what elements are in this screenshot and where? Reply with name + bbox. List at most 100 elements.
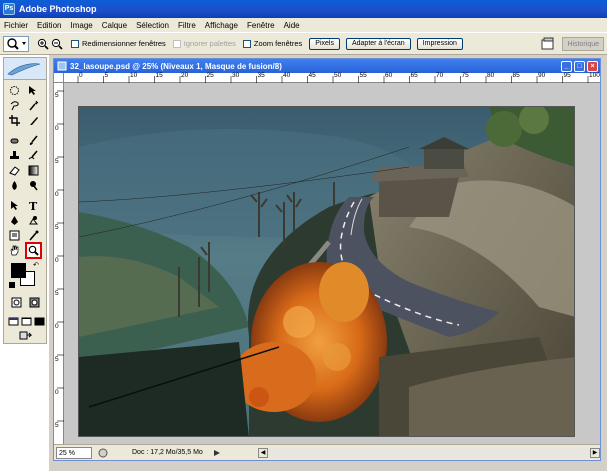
maximize-button[interactable]: □ (574, 60, 585, 72)
scroll-left-button[interactable]: ◀ (258, 447, 268, 458)
horizontal-ruler: 0 5 10 15 20 25 30 35 40 45 50 55 60 65 70 75 80 85 90 95 10… (64, 72, 600, 83)
document-canvas[interactable] (64, 83, 600, 444)
zoom-in-icon[interactable] (37, 38, 49, 50)
document-titlebar[interactable]: 32_lasoupe.psd @ 25% (Niveaux 1, Masque … (54, 59, 600, 73)
zoom-tool-icon[interactable] (25, 242, 42, 259)
palette-well-icon[interactable] (541, 37, 555, 51)
shape-tool-icon[interactable] (26, 214, 40, 227)
ruler-label: 5 (104, 72, 109, 79)
eyedropper-tool-icon[interactable] (26, 229, 40, 242)
screen-mode-full-icon[interactable] (32, 315, 46, 328)
minimize-button[interactable]: _ (561, 60, 572, 72)
jump-to-imageready-icon[interactable] (18, 329, 32, 342)
checkbox-redimensionner-fenetres[interactable]: Redimensionner fenêtres (71, 39, 166, 48)
history-brush-tool-icon[interactable] (26, 149, 40, 162)
print-size-button[interactable]: Impression (416, 37, 463, 50)
quick-mask-mode-icon[interactable] (27, 296, 41, 309)
ruler-label: 40 (283, 72, 291, 79)
screen-mode-standard-icon[interactable] (6, 315, 20, 328)
default-colors-icon[interactable] (9, 282, 15, 288)
checkbox-box[interactable] (71, 39, 79, 48)
menu-fenetre[interactable]: Fenêtre (247, 21, 275, 30)
healing-brush-tool-icon[interactable] (7, 134, 21, 147)
svg-text:T: T (29, 200, 38, 211)
horizontal-scrollbar[interactable]: ◀ ▶ (258, 447, 600, 458)
marquee-tool-icon[interactable] (7, 84, 21, 97)
ruler-label: 30 (232, 72, 240, 79)
tool-preset-picker[interactable] (3, 35, 29, 52)
toolbox-header (4, 58, 46, 80)
ruler-label: 35 (257, 72, 265, 79)
type-tool-icon[interactable]: T (26, 199, 40, 212)
menu-affichage[interactable]: Affichage (205, 21, 238, 30)
status-info-icon[interactable] (98, 448, 108, 458)
standard-mode-icon[interactable] (9, 296, 23, 309)
clone-stamp-tool-icon[interactable] (7, 149, 21, 162)
checkbox-box[interactable] (242, 39, 251, 48)
ruler-label: 25 (206, 72, 214, 79)
brush-tool-icon[interactable] (26, 134, 40, 147)
app-title: Adobe Photoshop (19, 4, 97, 14)
ruler-label: 5 (55, 92, 59, 99)
ruler-origin[interactable] (54, 73, 64, 83)
menu-bar: Fichier Edition Image Calque Sélection F… (0, 18, 607, 33)
ruler-label: 70 (436, 72, 444, 79)
menu-image[interactable]: Image (70, 21, 92, 30)
zoom-out-icon[interactable] (51, 38, 63, 50)
photoshop-logo-icon: Ps (3, 3, 15, 15)
ruler-label: 90 (538, 72, 546, 79)
fit-screen-button[interactable]: Adapter à l'écran (345, 37, 411, 50)
document-size-info[interactable]: Doc : 17,2 Mo/35,5 Mo (132, 449, 203, 456)
photo-image[interactable] (78, 106, 575, 437)
ruler-label: 0 (55, 125, 59, 132)
feather-logo-icon (7, 63, 41, 76)
lasso-tool-icon[interactable] (7, 99, 21, 112)
ruler-label: 0 (55, 389, 59, 396)
zoom-tool-preset-icon (7, 37, 26, 50)
foreground-color-swatch[interactable] (11, 263, 26, 278)
menu-calque[interactable]: Calque (102, 21, 127, 30)
ruler-label: 80 (487, 72, 495, 79)
pen-tool-icon[interactable] (7, 214, 21, 227)
slice-tool-icon[interactable] (26, 114, 40, 127)
notes-tool-icon[interactable] (7, 229, 21, 242)
menu-filtre[interactable]: Filtre (178, 21, 196, 30)
checkbox-box (172, 39, 181, 48)
scroll-right-button[interactable]: ▶ (590, 447, 600, 458)
menu-aide[interactable]: Aide (284, 21, 300, 30)
status-menu-arrow-icon[interactable] (213, 449, 221, 457)
menu-edition[interactable]: Edition (37, 21, 61, 30)
ruler-label: 5 (55, 158, 59, 165)
swap-colors-icon[interactable]: ↶ (33, 261, 39, 269)
screen-mode-full-menu-icon[interactable] (19, 315, 33, 328)
path-selection-tool-icon[interactable] (7, 199, 21, 212)
vertical-ruler: 5 0 5 0 5 0 5 0 5 0 5 (54, 83, 64, 444)
checkbox-ignorer-palettes: Ignorer palettes (172, 39, 236, 48)
eraser-tool-icon[interactable] (7, 164, 21, 177)
gradient-tool-icon[interactable] (26, 164, 40, 177)
ruler-label: 0 (79, 72, 83, 79)
hand-tool-icon[interactable] (7, 244, 21, 257)
crop-tool-icon[interactable] (7, 114, 21, 127)
history-palette-tab[interactable]: Historique (562, 37, 604, 51)
dodge-tool-icon[interactable] (26, 179, 40, 192)
ruler-label: 85 (512, 72, 520, 79)
ruler-label: 65 (410, 72, 418, 79)
move-tool-icon[interactable] (26, 84, 40, 97)
menu-selection[interactable]: Sélection (136, 21, 169, 30)
ruler-label: 5 (55, 422, 59, 429)
ruler-label: 0 (55, 191, 59, 198)
ruler-label: 60 (385, 72, 393, 79)
ruler-label: 75 (461, 72, 469, 79)
pixels-button[interactable]: Pixels (309, 37, 340, 50)
magic-wand-tool-icon[interactable] (26, 99, 40, 112)
document-title: 32_lasoupe.psd @ 25% (Niveaux 1, Masque … (70, 61, 282, 71)
checkbox-zoom-fenetres[interactable]: Zoom fenêtres (242, 39, 302, 48)
close-button[interactable]: × (587, 60, 598, 72)
ruler-label: 0 (55, 257, 59, 264)
blur-tool-icon[interactable] (7, 179, 21, 192)
zoom-level-field[interactable]: 25 % (56, 446, 92, 459)
status-bar: 25 % Doc : 17,2 Mo/35,5 Mo ◀ ▶ (54, 444, 600, 460)
scroll-track[interactable] (268, 447, 590, 458)
menu-fichier[interactable]: Fichier (4, 21, 28, 30)
